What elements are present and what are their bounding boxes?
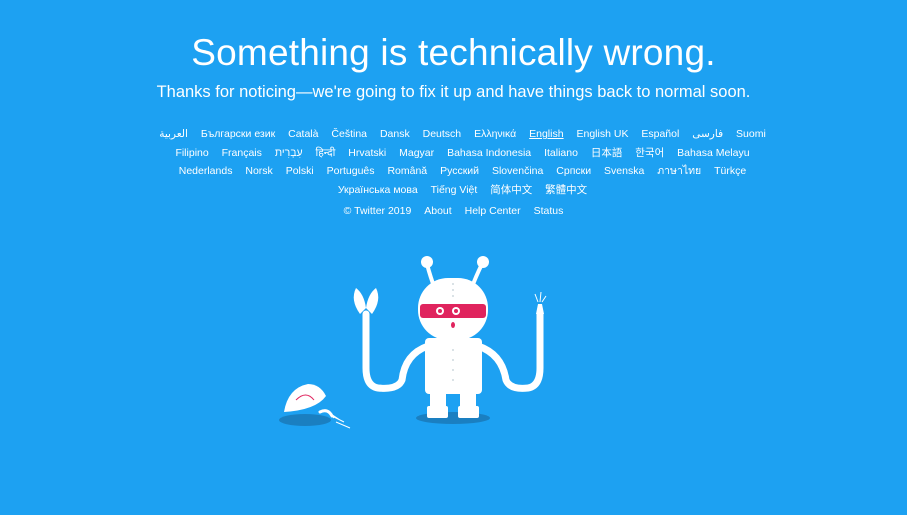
language-link[interactable]: Deutsch xyxy=(423,128,462,140)
language-link[interactable]: Français xyxy=(222,147,262,159)
language-link[interactable]: Română xyxy=(387,165,427,177)
language-link[interactable]: Magyar xyxy=(399,147,434,159)
page-subtitle: Thanks for noticing—we're going to fix i… xyxy=(156,83,751,101)
language-link[interactable]: Tiếng Việt xyxy=(431,184,478,196)
language-link[interactable]: Bahasa Melayu xyxy=(677,147,749,159)
language-link[interactable]: Norsk xyxy=(245,165,272,177)
language-link[interactable]: 日本語 xyxy=(591,147,623,159)
language-link[interactable]: Ελληνικά xyxy=(474,128,516,140)
language-link[interactable]: 繁體中文 xyxy=(545,184,587,196)
language-link[interactable]: Čeština xyxy=(331,128,367,140)
language-link[interactable]: Português xyxy=(327,165,375,177)
language-link[interactable]: Slovenčina xyxy=(492,165,543,177)
language-link[interactable]: Български език xyxy=(201,128,275,140)
language-selector: العربية Български език Català Čeština Da… xyxy=(140,125,785,199)
language-link[interactable]: Українська мова xyxy=(338,184,418,196)
language-link[interactable]: ภาษาไทย xyxy=(657,165,701,177)
language-link[interactable]: Suomi xyxy=(736,128,766,140)
language-link[interactable]: English xyxy=(529,128,563,140)
broken-robot-icon xyxy=(279,256,547,429)
language-link[interactable]: Català xyxy=(288,128,318,140)
language-link[interactable]: Polski xyxy=(286,165,314,177)
language-link[interactable]: Español xyxy=(641,128,679,140)
help-center-link[interactable]: Help Center xyxy=(465,205,521,217)
language-link[interactable]: Nederlands xyxy=(179,165,233,177)
language-link[interactable]: Српски xyxy=(556,165,591,177)
language-link[interactable]: हिन्दी xyxy=(316,147,336,159)
language-link[interactable]: Türkçe xyxy=(714,165,746,177)
language-link[interactable]: Bahasa Indonesia xyxy=(447,147,531,159)
footer: © Twitter 2019 About Help Center Status xyxy=(0,205,907,217)
language-link[interactable]: Hrvatski xyxy=(348,147,386,159)
language-link[interactable]: 한국어 xyxy=(635,147,664,159)
language-link[interactable]: English UK xyxy=(577,128,629,140)
language-link[interactable]: 简体中文 xyxy=(490,184,532,196)
status-link[interactable]: Status xyxy=(534,205,564,217)
language-link[interactable]: Svenska xyxy=(604,165,644,177)
language-link[interactable]: فارسی xyxy=(692,128,723,140)
language-link[interactable]: עִבְרִית xyxy=(275,147,303,159)
error-page: Something is technically wrong. Thanks f… xyxy=(0,0,907,515)
language-link[interactable]: Русский xyxy=(440,165,479,177)
page-title: Something is technically wrong. xyxy=(191,32,716,73)
language-link[interactable]: Italiano xyxy=(544,147,578,159)
language-link[interactable]: Dansk xyxy=(380,128,410,140)
copyright-text: © Twitter 2019 xyxy=(343,205,412,217)
about-link[interactable]: About xyxy=(424,205,451,217)
language-link[interactable]: Filipino xyxy=(175,147,208,159)
language-link[interactable]: العربية xyxy=(159,128,188,140)
